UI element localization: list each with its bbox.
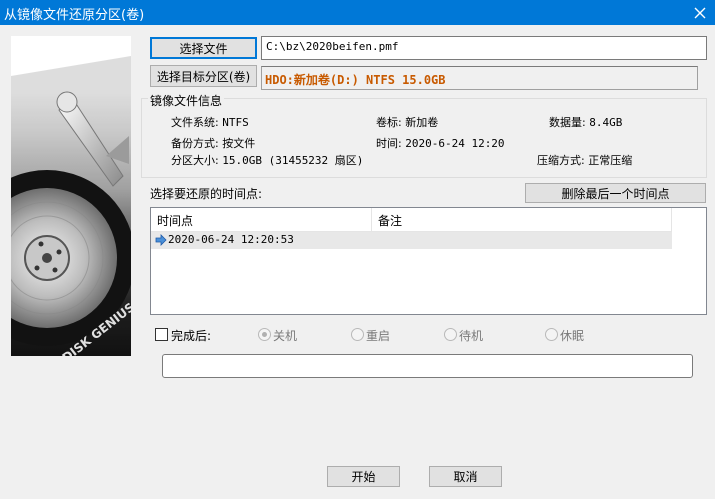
arrow-right-icon [155, 234, 167, 246]
after-completion-checkbox[interactable] [155, 328, 168, 341]
list-header: 时间点 备注 [151, 208, 706, 232]
image-info-title: 镜像文件信息 [148, 92, 225, 109]
select-file-button[interactable]: 选择文件 [150, 37, 257, 59]
after-completion-label: 完成后: [171, 329, 212, 343]
window-title: 从镜像文件还原分区(卷) [4, 8, 145, 23]
column-header-time[interactable]: 时间点 [151, 208, 372, 232]
radio-restart-label: 重启 [366, 329, 391, 343]
target-partition-info: HDO:新加卷(D:) NTFS 15.0GB [261, 66, 698, 90]
backup-mode-info: 备份方式: 按文件 [171, 137, 256, 150]
delete-last-point-button[interactable]: 删除最后一个时间点 [525, 183, 706, 203]
restore-point-list[interactable]: 时间点 备注 2020-06-24 12:20:53 [150, 207, 707, 315]
restore-point-time: 2020-06-24 12:20:53 [168, 233, 294, 246]
radio-hibernate[interactable] [545, 328, 558, 341]
radio-restart[interactable] [351, 328, 364, 341]
radio-shutdown[interactable] [258, 328, 271, 341]
restore-point-label: 选择要还原的时间点: [150, 187, 263, 201]
radio-shutdown-label: 关机 [273, 329, 298, 343]
select-target-partition-button[interactable]: 选择目标分区(卷) [150, 65, 257, 87]
dialog-body: DISK GENIUS 选择文件 C:\bz\2020beifen.pmf 选择… [0, 25, 715, 499]
volume-label-info: 卷标: 新加卷 [376, 116, 439, 129]
start-button[interactable]: 开始 [327, 466, 400, 487]
progress-bar [162, 354, 693, 378]
radio-standby[interactable] [444, 328, 457, 341]
radio-hibernate-label: 休眠 [560, 329, 585, 343]
partition-size-info: 分区大小: 15.0GB (31455232 扇区) [171, 154, 364, 167]
radio-standby-label: 待机 [459, 329, 484, 343]
close-icon[interactable] [685, 0, 715, 25]
list-item[interactable]: 2020-06-24 12:20:53 [151, 232, 672, 249]
disk-genius-image: DISK GENIUS [11, 36, 131, 356]
compression-info: 压缩方式: 正常压缩 [537, 154, 633, 167]
title-bar: 从镜像文件还原分区(卷) [0, 0, 715, 25]
data-size-info: 数据量: 8.4GB [549, 116, 623, 129]
file-path-field[interactable]: C:\bz\2020beifen.pmf [261, 36, 707, 60]
column-header-note[interactable]: 备注 [372, 208, 672, 232]
backup-time-info: 时间: 2020-6-24 12:20 [376, 137, 505, 150]
filesystem-info: 文件系统: NTFS [171, 116, 249, 129]
cancel-button[interactable]: 取消 [429, 466, 502, 487]
